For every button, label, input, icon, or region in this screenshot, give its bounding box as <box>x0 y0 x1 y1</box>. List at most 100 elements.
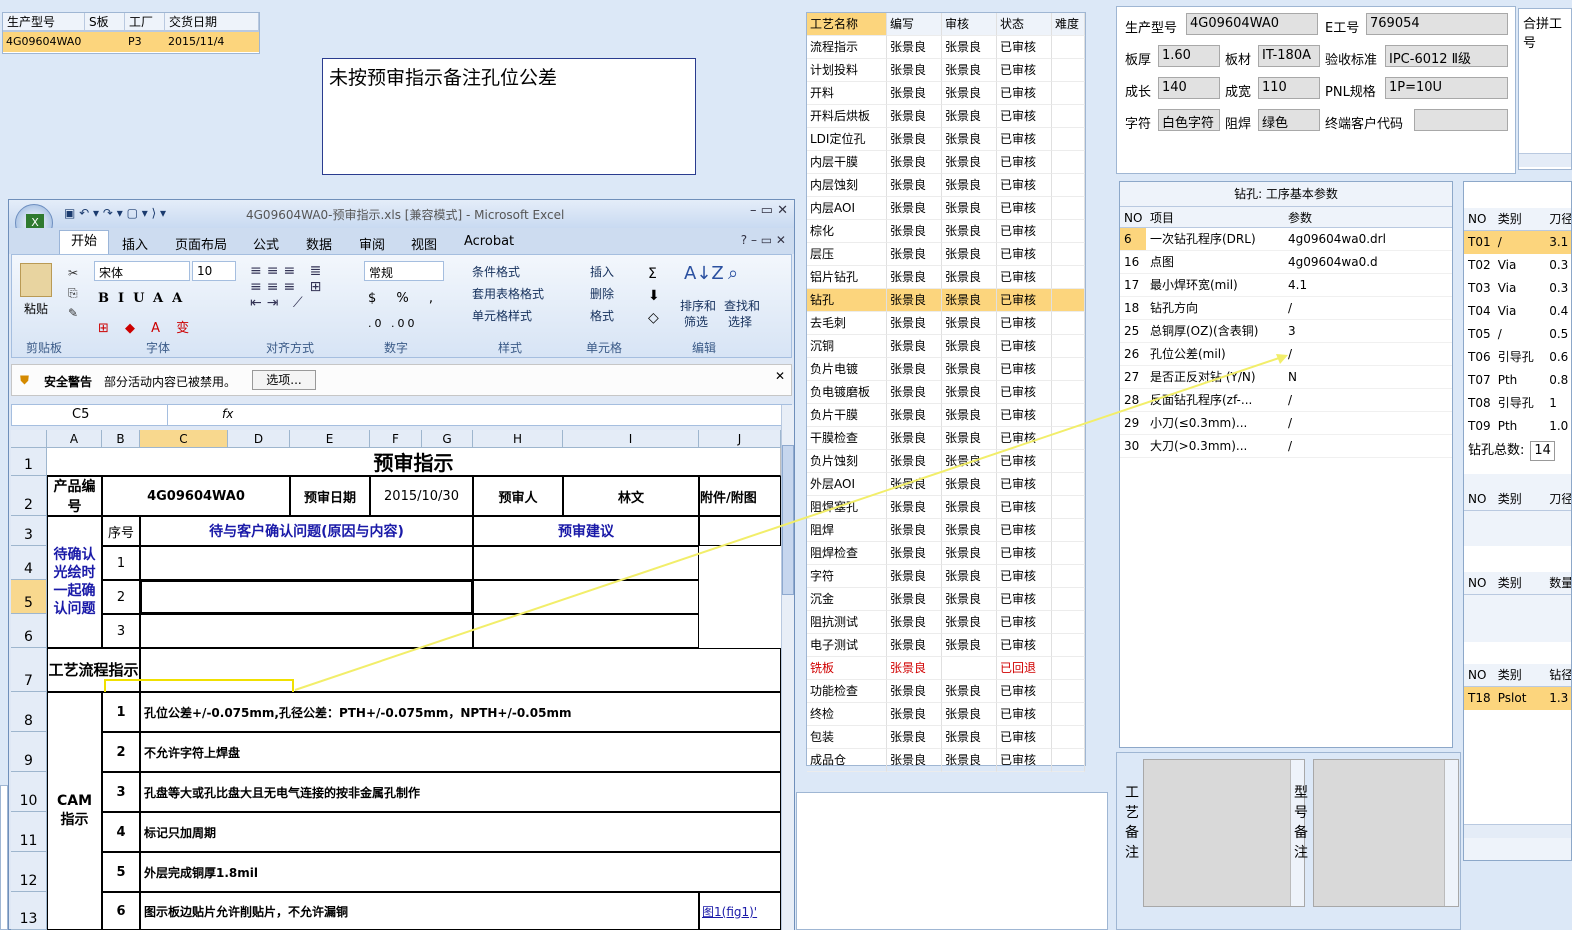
model-remark-input[interactable] <box>1313 759 1459 907</box>
process-row[interactable]: 去毛刺 张景良 张景良 已审核 <box>807 312 1085 335</box>
decimal-buttons[interactable]: .0 .00 <box>368 317 418 330</box>
tool-row[interactable]: T05 / 0.5 <box>1464 323 1571 346</box>
align-buttons[interactable]: ≡≡≡ ≣ ≡≡≡ ⊞ ⇤⇥ ⟋ <box>250 263 326 311</box>
col-D[interactable]: D <box>228 430 290 448</box>
tool-row[interactable]: T08 引导孔 1 <box>1464 392 1571 415</box>
tab-page-layout[interactable]: 页面布局 <box>175 234 227 253</box>
tab-home[interactable]: 开始 <box>59 230 109 254</box>
process-row[interactable]: 负片干膜 张景良 张景良 已审核 <box>807 404 1085 427</box>
proc-header-reviewer[interactable]: 审核 <box>942 13 997 36</box>
col-I[interactable]: I <box>563 430 699 448</box>
drill-header-no[interactable]: NO <box>1120 207 1146 227</box>
font-color-buttons[interactable]: ⊞ ◆ A 变 <box>98 317 195 336</box>
quick-access-icons[interactable]: ▣ ↶ ▾ ↷ ▾ ▢ ▾ ⟩ ▾ <box>64 206 166 220</box>
pnl-field[interactable]: 1P=10U <box>1385 77 1508 99</box>
cam-item-number[interactable]: 3 <box>102 772 140 812</box>
product-no[interactable]: 4G09604WA0 <box>102 476 290 516</box>
process-row[interactable]: 阻焊检查 张景良 张景良 已审核 <box>807 542 1085 565</box>
tab-review[interactable]: 审阅 <box>359 234 385 253</box>
drill-row[interactable]: 17 最小焊环宽(mil) 4.1 <box>1120 274 1452 297</box>
conditional-format-button[interactable]: 条件格式 <box>472 263 520 280</box>
col-E[interactable]: E <box>290 430 370 448</box>
cam-label[interactable]: CAM指示 <box>47 692 102 930</box>
row-5[interactable]: 5 <box>11 580 47 614</box>
char-field[interactable]: 白色字符 <box>1158 109 1220 131</box>
seq-2[interactable]: 2 <box>102 580 140 614</box>
process-row[interactable]: 包装 张景良 张景良 已审核 <box>807 726 1085 749</box>
tool-row[interactable]: T04 Via 0.4 <box>1464 300 1571 323</box>
tools-scrollbar[interactable] <box>1464 824 1571 838</box>
cell-H6[interactable] <box>473 614 699 648</box>
seq-label[interactable]: 序号 <box>102 516 140 546</box>
cam-item-number[interactable]: 4 <box>102 812 140 852</box>
process-row[interactable]: 开料 张景良 张景良 已审核 <box>807 82 1085 105</box>
col-F[interactable]: F <box>370 430 422 448</box>
process-row[interactable]: 沉铜 张景良 张景良 已审核 <box>807 335 1085 358</box>
cell-C5-selected[interactable] <box>140 580 473 614</box>
tool-row[interactable]: T03 Via 0.3 <box>1464 277 1571 300</box>
tools-header-no[interactable]: NO <box>1464 208 1494 230</box>
tool-row[interactable]: T02 Via 0.3 <box>1464 254 1571 277</box>
font-style-buttons[interactable]: BIUAA <box>98 291 191 306</box>
proc-header-name[interactable]: 工艺名称 <box>807 13 887 36</box>
process-row[interactable]: 内层蚀刻 张景良 张景良 已审核 <box>807 174 1085 197</box>
tools2-header-type[interactable]: 类别 <box>1494 488 1546 510</box>
find-select-label-1[interactable]: 查找和 <box>724 297 760 314</box>
sort-icon[interactable]: A↓Z <box>684 263 724 284</box>
cam-item-number[interactable]: 5 <box>102 852 140 892</box>
order-row[interactable]: 4G09604WA0 P3 2015/11/4 <box>3 32 259 52</box>
sum-icon[interactable]: Σ ⬇ ◇ <box>648 263 660 329</box>
tools2-header-no[interactable]: NO <box>1464 488 1494 510</box>
process-row[interactable]: 开料后烘板 张景良 张景良 已审核 <box>807 105 1085 128</box>
process-row[interactable]: 层压 张景良 张景良 已审核 <box>807 243 1085 266</box>
process-row[interactable]: 负片电镀 张景良 张景良 已审核 <box>807 358 1085 381</box>
font-name-select[interactable]: 宋体 <box>94 261 190 281</box>
process-row[interactable]: 铣板 张景良 已回退 <box>807 657 1085 680</box>
sheet-title[interactable]: 预审指示 <box>47 448 781 476</box>
note-box[interactable]: 未按预审指示备注孔位公差 <box>322 58 696 175</box>
drill-row[interactable]: 16 点图 4g09604wa0.d <box>1120 251 1452 274</box>
drill-row[interactable]: 25 总铜厚(OZ)(含表铜) 3 <box>1120 320 1452 343</box>
cam-item-number[interactable]: 6 <box>102 892 140 930</box>
row-6[interactable]: 6 <box>11 614 47 648</box>
attach-label[interactable]: 附件/附图 <box>699 476 781 516</box>
process-row[interactable]: 棕化 张景良 张景良 已审核 <box>807 220 1085 243</box>
suggest-label[interactable]: 预审建议 <box>473 516 699 546</box>
tool-total-field[interactable]: 14 <box>1530 441 1555 461</box>
cell-J3[interactable] <box>699 516 781 546</box>
tools4-header-no[interactable]: NO <box>1464 664 1494 686</box>
find-select-label-2[interactable]: 选择 <box>728 313 752 330</box>
tool-row[interactable]: T01 / 3.1 <box>1464 231 1571 254</box>
drill-header-param[interactable]: 参数 <box>1284 207 1434 227</box>
cell-C4[interactable] <box>140 546 473 580</box>
seq-1[interactable]: 1 <box>102 546 140 580</box>
fx-icon[interactable]: fx <box>222 407 233 421</box>
process-row[interactable]: 功能检查 张景良 张景良 已审核 <box>807 680 1085 703</box>
tools2-header-size[interactable]: 刀径 <box>1545 488 1571 510</box>
process-row[interactable]: 阻焊 张景良 张景良 已审核 <box>807 519 1085 542</box>
eng-field[interactable]: 769054 <box>1366 13 1508 35</box>
number-format-select[interactable]: 常规 <box>364 261 444 281</box>
tools4-header-type[interactable]: 类别 <box>1494 664 1546 686</box>
tool-row[interactable]: T07 Pth 0.8 <box>1464 369 1571 392</box>
cam-item-text[interactable]: 标记只加周期 <box>140 812 781 852</box>
col-H[interactable]: H <box>473 430 563 448</box>
cam-item-text[interactable]: 外层完成铜厚1.8mil <box>140 852 781 892</box>
close-security-icon[interactable]: ✕ <box>775 369 785 383</box>
format-cell-button[interactable]: 格式 <box>590 307 614 324</box>
cell-style-button[interactable]: 单元格样式 <box>472 307 532 324</box>
tool-row[interactable]: T06 引导孔 0.6 <box>1464 346 1571 369</box>
window-controls[interactable]: – ▭ ✕ <box>750 203 788 218</box>
process-row[interactable]: 终检 张景良 张景良 已审核 <box>807 703 1085 726</box>
process-row[interactable]: 内层干膜 张景良 张景良 已审核 <box>807 151 1085 174</box>
paste-icon[interactable] <box>20 263 52 297</box>
figure-link[interactable]: 图1(fig1)' <box>699 892 781 930</box>
drill-header-item[interactable]: 项目 <box>1146 207 1284 227</box>
mask-field[interactable]: 绿色 <box>1258 109 1320 131</box>
proc-header-author[interactable]: 编写 <box>887 13 942 36</box>
standard-field[interactable]: IPC-6012 Ⅱ级 <box>1385 45 1508 67</box>
proc-header-status[interactable]: 状态 <box>997 13 1052 36</box>
cam-item-text[interactable]: 孔盘等大或孔比盘大且无电气连接的按非金属孔制作 <box>140 772 781 812</box>
col-B[interactable]: B <box>102 430 140 448</box>
col-C[interactable]: C <box>140 430 228 448</box>
